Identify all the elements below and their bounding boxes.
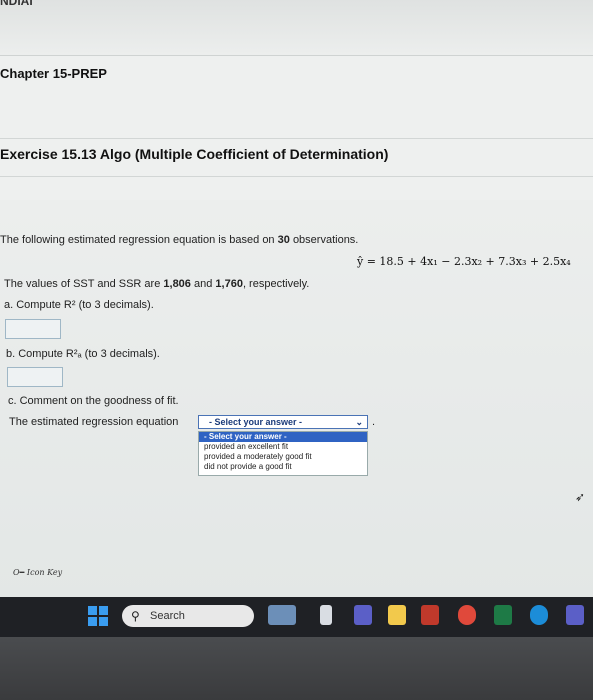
chevron-down-icon: ⌄	[355, 417, 363, 427]
select-dropdown: - Select your answer - provided an excel…	[198, 431, 368, 476]
dropdown-option[interactable]: provided a moderately good fit	[199, 452, 367, 462]
icon-key-label: Icon Key	[26, 568, 63, 577]
part-a-input[interactable]	[5, 319, 61, 339]
select-value: - Select your answer -	[209, 417, 303, 427]
dropdown-option[interactable]: - Select your answer -	[199, 432, 367, 442]
widget-icon[interactable]	[268, 605, 296, 625]
app-store-icon[interactable]	[421, 605, 439, 625]
task-view-icon[interactable]	[320, 605, 332, 625]
ssr-value: 1,760	[215, 278, 243, 290]
windows-start-icon[interactable]	[88, 606, 108, 626]
exercise-title: Exercise 15.13 Algo (Multiple Coefficien…	[0, 146, 389, 162]
sst-value: 1,806	[163, 278, 191, 290]
search-icon: ⚲	[131, 609, 140, 623]
intro-line: The following estimated regression equat…	[0, 234, 358, 246]
part-c-label: c. Comment on the goodness of fit.	[8, 395, 179, 407]
divider	[0, 138, 593, 139]
search-label: Search	[150, 610, 185, 622]
teams-icon[interactable]	[566, 605, 584, 625]
observations-count: 30	[277, 234, 290, 246]
chat-icon[interactable]	[354, 605, 372, 625]
and-word: and	[193, 278, 213, 290]
edge-icon[interactable]	[530, 605, 548, 625]
sst-ssr-suffix: , respectively.	[242, 278, 310, 290]
mouse-cursor-icon: ➶	[575, 490, 586, 504]
dropdown-option[interactable]: provided an excellent fit	[199, 442, 367, 452]
file-explorer-icon[interactable]	[388, 605, 406, 625]
divider	[0, 176, 593, 177]
intro-prefix: The following estimated regression equat…	[0, 234, 275, 246]
top-cut-text: NDIAI	[0, 0, 33, 8]
taskbar: ⚲ Search	[0, 597, 593, 637]
top-band: NDIAI	[0, 0, 593, 56]
bottom-bezel	[0, 637, 593, 700]
key-icon: O━	[13, 568, 25, 577]
chrome-icon[interactable]	[458, 605, 476, 625]
part-a-label: a. Compute R² (to 3 decimals).	[4, 299, 154, 311]
goodness-of-fit-select[interactable]: - Select your answer - ⌄	[198, 415, 368, 429]
dropdown-option[interactable]: did not provide a good fit	[199, 462, 367, 472]
excel-icon[interactable]	[494, 605, 512, 625]
intro-suffix: observations.	[292, 234, 359, 246]
part-c-sentence: The estimated regression equation	[9, 416, 179, 428]
part-b-label: b. Compute R²ₐ (to 3 decimals).	[6, 348, 160, 360]
sst-ssr-line: The values of SST and SSR are 1,806 and …	[4, 278, 309, 290]
regression-equation: ŷ = 18.5 + 4x₁ − 2.3x₂ + 7.3x₃ + 2.5x₄	[357, 255, 571, 268]
sst-ssr-prefix: The values of SST and SSR are	[4, 278, 161, 290]
part-b-input[interactable]	[7, 367, 63, 387]
taskbar-search[interactable]: ⚲ Search	[122, 605, 254, 627]
chapter-title: Chapter 15-PREP	[0, 66, 107, 81]
icon-key-link[interactable]: O━ Icon Key	[13, 568, 62, 577]
sentence-period: .	[372, 416, 376, 428]
